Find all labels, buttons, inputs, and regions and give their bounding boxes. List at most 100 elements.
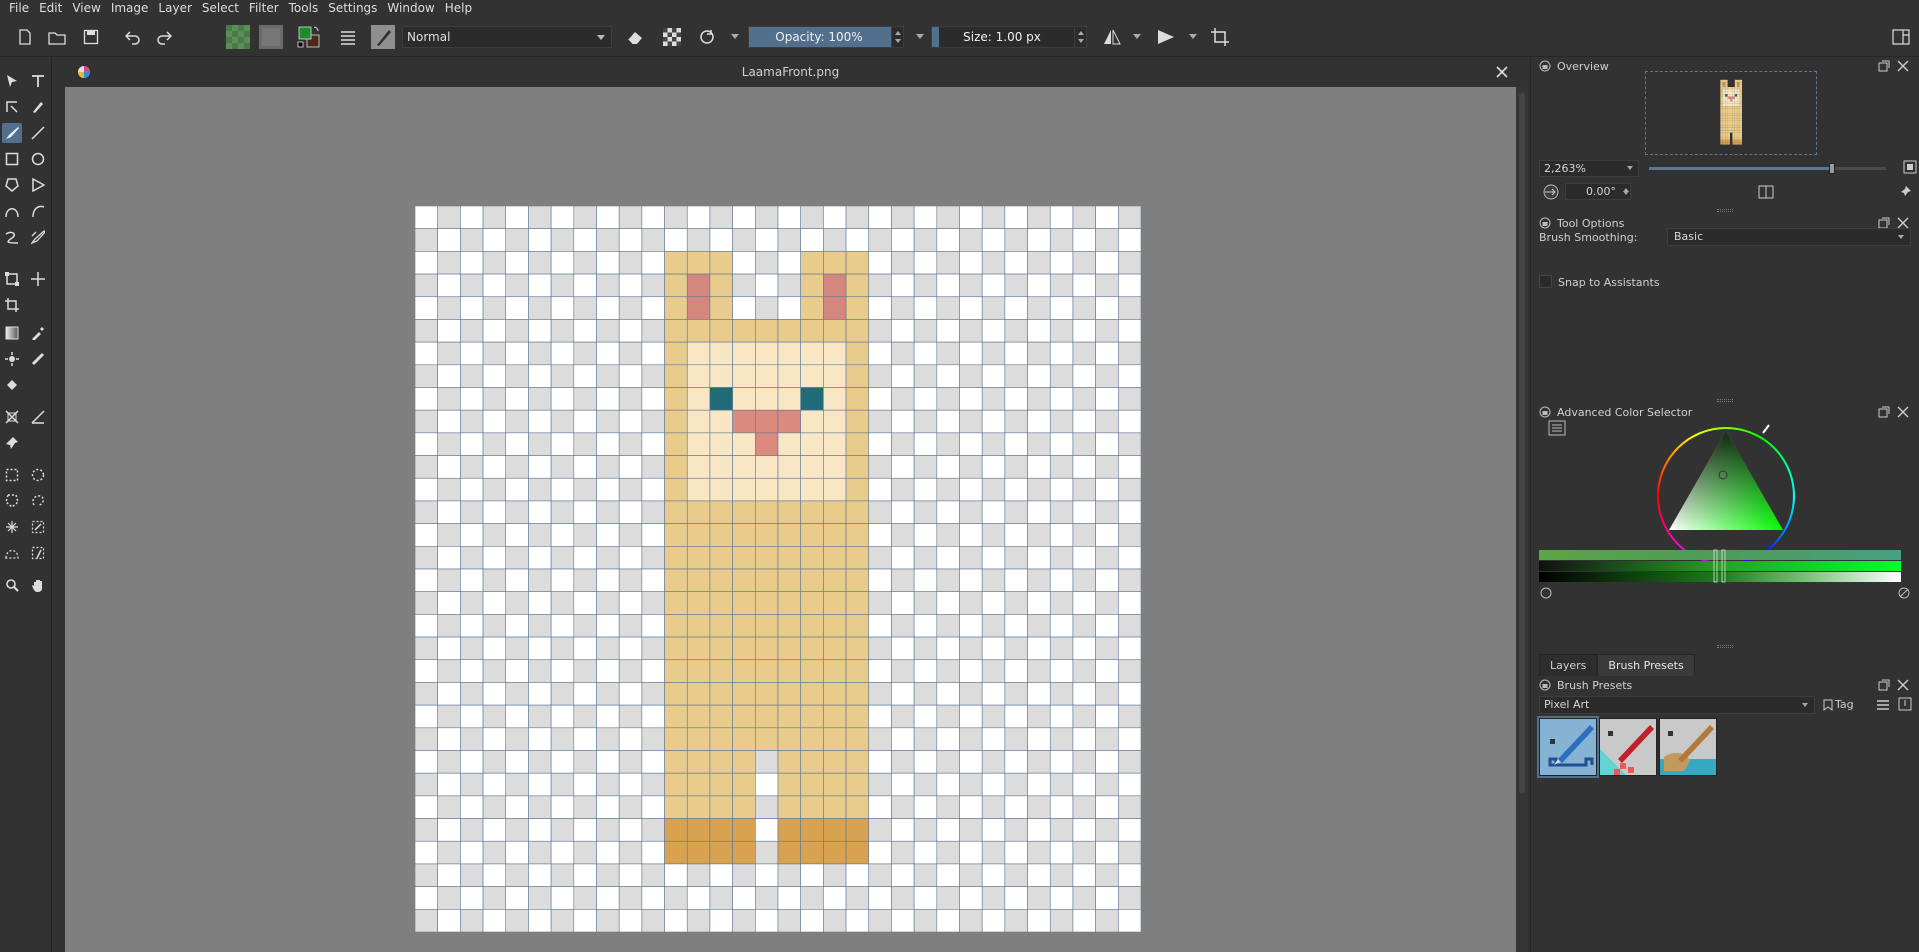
docker-splitter[interactable] <box>1717 209 1733 212</box>
transparent-pixel[interactable] <box>596 909 620 932</box>
transparent-pixel[interactable] <box>482 409 507 434</box>
llama-pixel[interactable] <box>709 387 733 411</box>
llama-pixel[interactable] <box>709 682 733 706</box>
transparent-pixel[interactable] <box>528 341 552 366</box>
transparent-pixel[interactable] <box>1095 364 1119 388</box>
transparent-pixel[interactable] <box>528 500 552 524</box>
transparent-pixel[interactable] <box>1004 772 1028 797</box>
llama-pixel[interactable] <box>755 477 779 502</box>
transparent-pixel[interactable] <box>550 863 575 887</box>
llama-pixel[interactable] <box>845 432 870 456</box>
llama-pixel[interactable] <box>777 614 801 638</box>
transparent-pixel[interactable] <box>913 251 938 275</box>
llama-pixel[interactable] <box>777 568 801 592</box>
transparent-pixel[interactable] <box>913 409 938 434</box>
transparent-pixel[interactable] <box>1095 772 1119 797</box>
transparent-pixel[interactable] <box>1049 591 1074 615</box>
zoom-slider[interactable] <box>1649 163 1886 174</box>
transparent-pixel[interactable] <box>641 500 665 524</box>
llama-pixel[interactable] <box>664 477 688 502</box>
llama-pixel[interactable] <box>709 614 733 638</box>
transparent-pixel[interactable] <box>1027 296 1051 320</box>
transparent-pixel[interactable] <box>845 228 870 252</box>
llama-pixel[interactable] <box>845 387 870 411</box>
llama-pixel[interactable] <box>845 364 870 388</box>
transparent-pixel[interactable] <box>505 409 529 434</box>
rectangular-selection-icon[interactable] <box>2 465 22 485</box>
transparent-pixel[interactable] <box>550 840 575 865</box>
transparent-pixel[interactable] <box>550 682 575 706</box>
transparent-pixel[interactable] <box>845 909 870 932</box>
foreground-background-color-icon[interactable] <box>296 25 322 49</box>
transparent-pixel[interactable] <box>732 863 756 887</box>
transparent-pixel[interactable] <box>1095 409 1119 434</box>
transparent-pixel[interactable] <box>437 432 461 456</box>
llama-pixel[interactable] <box>709 750 733 774</box>
transparent-pixel[interactable] <box>505 772 529 797</box>
import-icon[interactable] <box>1898 697 1912 711</box>
transparent-pixel[interactable] <box>415 659 438 683</box>
transparent-pixel[interactable] <box>913 319 938 343</box>
llama-pixel[interactable] <box>709 500 733 524</box>
transparent-pixel[interactable] <box>437 296 461 320</box>
transparent-pixel[interactable] <box>959 659 983 683</box>
transparent-pixel[interactable] <box>868 659 892 683</box>
transparent-pixel[interactable] <box>664 909 688 932</box>
llama-pixel[interactable] <box>845 795 870 819</box>
color-selector[interactable] <box>1539 419 1911 641</box>
llama-pixel[interactable] <box>732 772 756 797</box>
transparent-pixel[interactable] <box>913 523 938 547</box>
llama-pixel[interactable] <box>777 840 801 865</box>
llama-pixel[interactable] <box>777 636 801 661</box>
llama-pixel[interactable] <box>845 704 870 729</box>
transparent-pixel[interactable] <box>800 863 824 887</box>
transparent-pixel[interactable] <box>505 636 529 661</box>
transparent-pixel[interactable] <box>641 455 665 479</box>
llama-pixel[interactable] <box>709 704 733 729</box>
transparent-pixel[interactable] <box>936 319 960 343</box>
transparent-pixel[interactable] <box>936 409 960 434</box>
lock-icon[interactable] <box>1539 406 1551 418</box>
llama-pixel[interactable] <box>732 614 756 638</box>
freehand-path-tool-icon[interactable] <box>28 201 48 221</box>
transparent-pixel[interactable] <box>573 636 597 661</box>
llama-pixel[interactable] <box>823 341 847 366</box>
transparent-pixel[interactable] <box>732 886 756 910</box>
transparent-pixel[interactable] <box>777 909 801 932</box>
llama-pixel[interactable] <box>664 273 688 298</box>
transparent-pixel[interactable] <box>460 659 484 683</box>
transparent-pixel[interactable] <box>1072 909 1096 932</box>
transparent-pixel[interactable] <box>505 682 529 706</box>
transparent-pixel[interactable] <box>1095 682 1119 706</box>
llama-pixel[interactable] <box>686 840 711 865</box>
transparent-pixel[interactable] <box>460 364 484 388</box>
transparent-pixel[interactable] <box>437 795 461 819</box>
transparent-pixel[interactable] <box>1027 273 1051 298</box>
transparent-pixel[interactable] <box>1118 477 1141 502</box>
llama-pixel[interactable] <box>800 477 824 502</box>
transparent-pixel[interactable] <box>1118 818 1141 842</box>
transparent-pixel[interactable] <box>641 886 665 910</box>
llama-pixel[interactable] <box>686 273 711 298</box>
transparent-pixel[interactable] <box>913 477 938 502</box>
fill-tool-icon[interactable] <box>2 375 22 395</box>
transparent-pixel[interactable] <box>1027 432 1051 456</box>
transparent-pixel[interactable] <box>1027 636 1051 661</box>
transparent-pixel[interactable] <box>868 477 892 502</box>
llama-pixel[interactable] <box>664 682 688 706</box>
transparent-pixel[interactable] <box>1027 251 1051 275</box>
transparent-pixel[interactable] <box>505 273 529 298</box>
transparent-pixel[interactable] <box>981 319 1006 343</box>
transparent-pixel[interactable] <box>936 568 960 592</box>
transparent-pixel[interactable] <box>460 341 484 366</box>
transparent-pixel[interactable] <box>936 206 960 229</box>
llama-pixel[interactable] <box>732 704 756 729</box>
transparent-pixel[interactable] <box>981 296 1006 320</box>
transparent-pixel[interactable] <box>573 341 597 366</box>
transparent-pixel[interactable] <box>981 206 1006 229</box>
transparent-pixel[interactable] <box>1118 228 1141 252</box>
transparent-pixel[interactable] <box>641 546 665 570</box>
transparent-pixel[interactable] <box>528 840 552 865</box>
transparent-pixel[interactable] <box>1118 591 1141 615</box>
transparent-pixel[interactable] <box>1049 659 1074 683</box>
